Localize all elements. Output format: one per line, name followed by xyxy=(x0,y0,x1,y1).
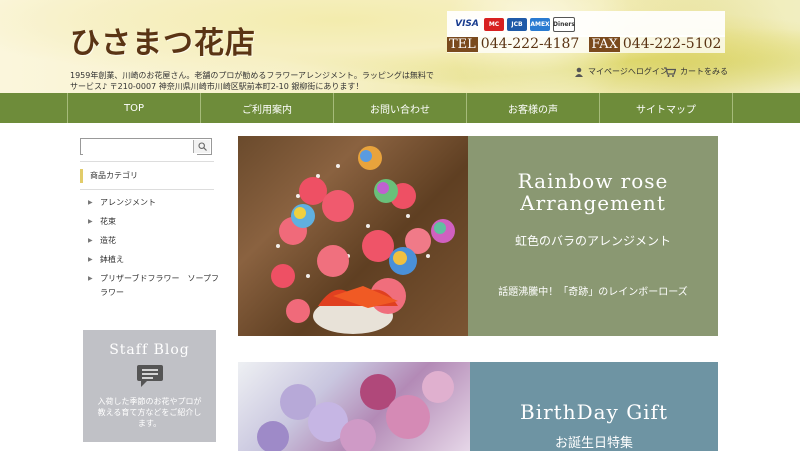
search-box xyxy=(80,138,212,159)
arrow-right-icon: ▶ xyxy=(88,256,93,263)
contact-phone-row: TEL 044-222-4187 FAX 044-222-5102 xyxy=(447,35,725,53)
category-item-artificial[interactable]: ▶ 造花 xyxy=(80,234,220,248)
flower-arrangement-illustration xyxy=(271,146,455,334)
search-icon xyxy=(197,142,207,151)
fax-label: FAX xyxy=(589,36,620,52)
category-item-bouquet[interactable]: ▶ 花束 xyxy=(80,215,220,229)
rainbow-rose-photo xyxy=(238,136,468,336)
nav-sitemap[interactable]: サイトマップ xyxy=(600,93,733,123)
category-heading: 商品カテゴリ xyxy=(80,169,138,183)
banner-subtitle: 虹色のバラのアレンジメント xyxy=(514,234,671,248)
sweet-pea-illustration xyxy=(257,371,454,451)
view-cart-link[interactable]: カートをみる xyxy=(664,66,728,77)
sidebar-divider xyxy=(80,161,214,162)
staff-blog-banner[interactable]: Staff Blog 入荷した季節のお花やプロが教える育て方などをご紹介します。 xyxy=(83,330,216,442)
nav-top[interactable]: TOP xyxy=(68,93,201,123)
jcb-card-icon: JCB xyxy=(507,17,527,31)
banner-subtitle: お誕生日特集 xyxy=(554,436,633,451)
global-nav: TOP ご利用案内 お問い合わせ お客様の声 サイトマップ xyxy=(0,93,800,123)
category-label: 造花 xyxy=(100,236,116,245)
banner-title: BirthDay Gift xyxy=(520,400,668,424)
rainbow-rose-text-panel: Rainbow rose Arrangement 虹色のバラのアレンジメント 話… xyxy=(468,136,718,336)
category-label: 鉢植え xyxy=(100,255,124,264)
mastercard-card-icon: MC xyxy=(484,17,504,31)
arrow-right-icon: ▶ xyxy=(88,275,93,282)
amex-card-icon: AMEX xyxy=(530,17,550,31)
cart-icon xyxy=(664,66,676,77)
category-item-potted[interactable]: ▶ 鉢植え xyxy=(80,253,220,267)
arrow-right-icon: ▶ xyxy=(88,237,93,244)
cart-label: カートをみる xyxy=(680,67,728,76)
nav-voices[interactable]: お客様の声 xyxy=(467,93,600,123)
category-label: アレンジメント xyxy=(100,198,156,207)
tel-label: TEL xyxy=(447,36,478,52)
arrow-right-icon: ▶ xyxy=(88,218,93,225)
fax-number: 044-222-5102 xyxy=(622,36,722,52)
birthday-gift-banner[interactable]: BirthDay Gift お誕生日特集 xyxy=(238,362,718,451)
diners-card-icon: Diners xyxy=(553,16,575,32)
category-list: ▶ アレンジメント ▶ 花束 ▶ 造花 ▶ 鉢植え ▶ プリザーブドフラワー ソープフラワ… xyxy=(80,196,220,305)
category-item-preserved[interactable]: ▶ プリザーブドフラワー ソープフラワー xyxy=(80,272,220,300)
blog-title: Staff Blog xyxy=(109,342,190,358)
site-header: ひさまつ花店 1959年創業、川崎のお花屋さん。老舗のプロが勧めるフラワーアレン… xyxy=(0,0,800,93)
mypage-label: マイページへログイン xyxy=(588,67,668,76)
banner-caption: 話題沸騰中！「奇跡」のレインボーローズ xyxy=(498,287,688,298)
visa-card-icon: VISA xyxy=(453,17,481,31)
category-label: プリザーブドフラワー ソープフラワー xyxy=(100,274,220,297)
nav-contact[interactable]: お問い合わせ xyxy=(334,93,467,123)
chat-bubble-icon xyxy=(136,365,163,387)
category-label: 花束 xyxy=(100,217,116,226)
search-button[interactable] xyxy=(193,140,210,153)
user-icon xyxy=(575,67,583,77)
nav-guide[interactable]: ご利用案内 xyxy=(201,93,334,123)
birthday-flowers-photo xyxy=(238,362,470,451)
sidebar-divider xyxy=(80,189,214,190)
search-input[interactable] xyxy=(83,144,197,159)
nav-spacer xyxy=(0,93,68,123)
tel-number[interactable]: 044-222-4187 xyxy=(481,36,580,52)
category-item-arrangement[interactable]: ▶ アレンジメント xyxy=(80,196,220,210)
banner-title: Rainbow rose Arrangement xyxy=(517,169,669,215)
birthday-text-panel: BirthDay Gift お誕生日特集 xyxy=(470,362,718,451)
mypage-login-link[interactable]: マイページへログイン xyxy=(574,66,668,77)
arrow-right-icon: ▶ xyxy=(88,199,93,206)
site-logo[interactable]: ひさまつ花店 xyxy=(70,18,256,62)
payment-cards: VISA MC JCB AMEX Diners xyxy=(447,11,725,37)
rainbow-rose-banner[interactable]: Rainbow rose Arrangement 虹色のバラのアレンジメント 話… xyxy=(238,136,718,336)
site-tagline: 1959年創業、川崎のお花屋さん。老舗のプロが勧めるフラワーアレンジメント。ラッ… xyxy=(70,71,434,91)
blog-description: 入荷した季節のお花やプロが教える育て方などをご紹介します。 xyxy=(97,397,202,428)
